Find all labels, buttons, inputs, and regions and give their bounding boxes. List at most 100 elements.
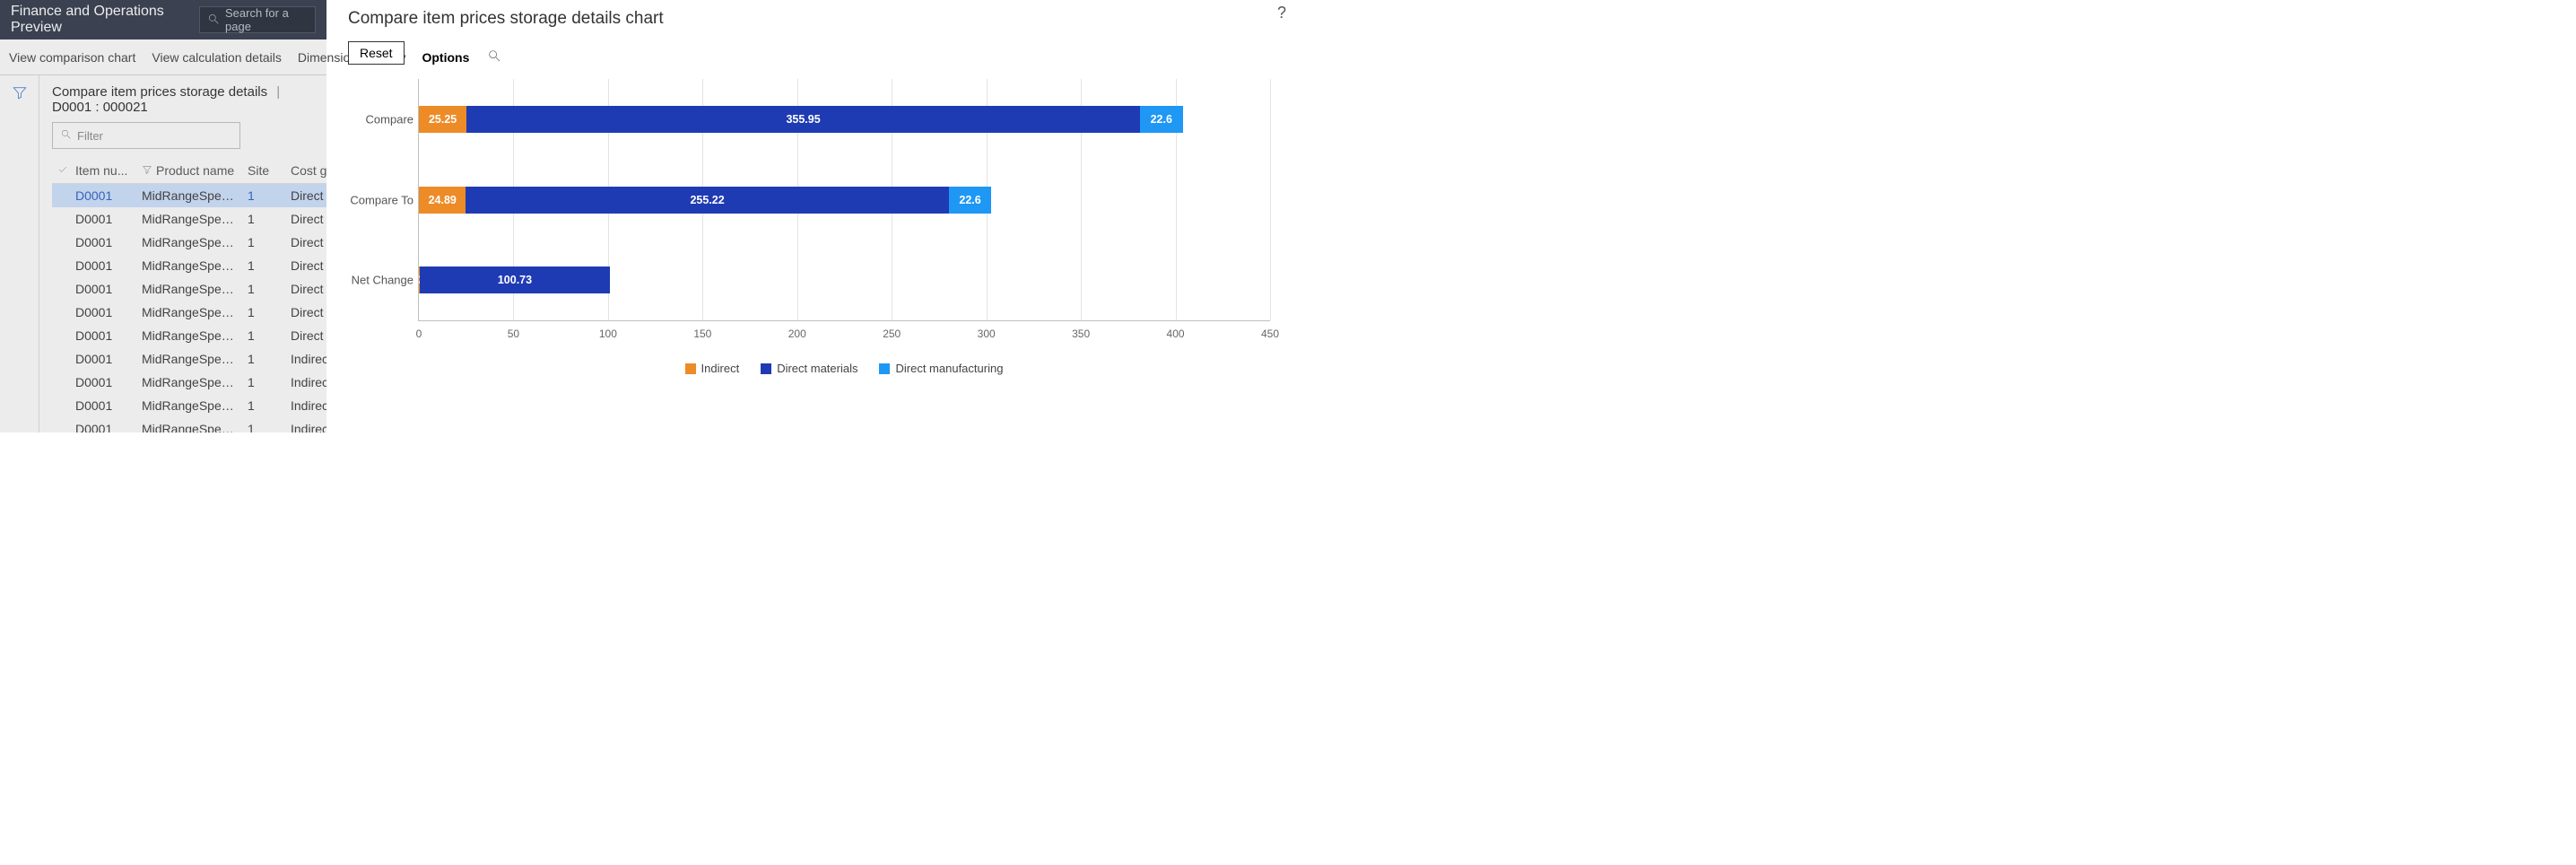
cell-item-number[interactable]: D0001: [70, 324, 136, 347]
cell-site[interactable]: 1: [242, 277, 285, 301]
cell-product-name: MidRangeSpeak...: [136, 347, 242, 371]
breadcrumb-page: Compare item prices storage details: [52, 84, 267, 100]
funnel-icon: [142, 163, 152, 178]
table-row[interactable]: D0001MidRangeSpeak...1Direct materialsM2: [52, 301, 326, 324]
chart-title: Compare item prices storage details char…: [348, 9, 1281, 29]
cell-item-number[interactable]: D0001: [70, 417, 136, 432]
cell-item-number[interactable]: D0001: [70, 347, 136, 371]
chart-xtick-label: 350: [1072, 328, 1090, 340]
table-row[interactable]: D0001MidRangeSpeak...1Direct materialsM3: [52, 324, 326, 347]
cell-site[interactable]: 1: [242, 254, 285, 277]
grid-header-cost-group-type[interactable]: Cost group type: [285, 158, 326, 184]
search-icon: [207, 13, 220, 28]
cell-item-number[interactable]: D0001: [70, 394, 136, 417]
table-row[interactable]: D0001MidRangeSpeak...1Direct materialsM1: [52, 277, 326, 301]
chart-category-label: Net Change: [347, 274, 413, 287]
breadcrumb-separator: |: [276, 84, 280, 100]
chart-bar-segment[interactable]: 25.25: [419, 106, 466, 133]
cell-site[interactable]: 1: [242, 394, 285, 417]
chart-xtick-label: 150: [693, 328, 711, 340]
cmd-view-calculation-details[interactable]: View calculation details: [152, 50, 282, 65]
cell-product-name: MidRangeSpeak...: [136, 231, 242, 254]
reset-button[interactable]: Reset: [348, 41, 405, 65]
table-row[interactable]: D0001MidRangeSpeak...1Direct manufacturi…: [52, 231, 326, 254]
filter-placeholder: Filter: [77, 129, 103, 143]
legend-item[interactable]: Direct materials: [761, 362, 857, 375]
legend-swatch: [761, 363, 771, 374]
chart-bar-segment[interactable]: 22.6: [949, 187, 992, 214]
cell-product-name: MidRangeSpeak...: [136, 254, 242, 277]
cell-item-number[interactable]: D0001: [70, 277, 136, 301]
cell-site[interactable]: 1: [242, 301, 285, 324]
cell-product-name: MidRangeSpeak...: [136, 207, 242, 231]
chart-flyout-pane: ? Compare item prices storage details ch…: [326, 0, 1288, 432]
cell-item-number[interactable]: D0001: [70, 371, 136, 394]
breadcrumb: Compare item prices storage details | D0…: [52, 84, 316, 115]
cell-product-name: MidRangeSpeak...: [136, 301, 242, 324]
help-icon[interactable]: ?: [1277, 4, 1286, 22]
grid-header-product-name[interactable]: Product name: [136, 158, 242, 184]
legend-item[interactable]: Indirect: [685, 362, 740, 375]
cell-item-number[interactable]: D0001: [70, 207, 136, 231]
chart-xtick-label: 100: [599, 328, 617, 340]
chart-bar-segment[interactable]: 255.22: [466, 187, 948, 214]
table-row[interactable]: D0001MidRangeSpeak...1IndirectOVH2: [52, 371, 326, 394]
chart-xtick-label: 50: [508, 328, 519, 340]
grid-header-select[interactable]: [52, 158, 70, 184]
chart-xtick-label: 300: [978, 328, 996, 340]
legend-label: Direct materials: [777, 362, 857, 375]
legend-swatch: [879, 363, 890, 374]
cell-site[interactable]: 1: [242, 417, 285, 432]
cell-item-number[interactable]: D0001: [70, 184, 136, 208]
chart-legend: Indirect Direct materials Direct manufactu…: [418, 362, 1270, 375]
table-row[interactable]: D0001MidRangeSpeak...1Direct manufacturi…: [52, 254, 326, 277]
grid-header-row: Item nu... Product name Site Cost group …: [52, 158, 326, 184]
grid-header-item-number[interactable]: Item nu...: [70, 158, 136, 184]
details-grid[interactable]: Item nu... Product name Site Cost group …: [52, 158, 326, 432]
chart-bar-segment[interactable]: 355.95: [466, 106, 1140, 133]
cell-cost-group-type: Direct materials: [285, 277, 326, 301]
chart-xtick-label: 0: [416, 328, 422, 340]
table-row[interactable]: D0001MidRangeSpeak...1Direct manufacturi…: [52, 184, 326, 208]
cell-product-name: MidRangeSpeak...: [136, 277, 242, 301]
chart-bar-segment[interactable]: 22.6: [1140, 106, 1183, 133]
cell-site[interactable]: 1: [242, 231, 285, 254]
filter-rail: [0, 75, 39, 432]
funnel-icon[interactable]: [12, 84, 28, 103]
legend-label: Direct manufacturing: [895, 362, 1003, 375]
stacked-bar-chart[interactable]: 050100150200250300350400450Compare25.253…: [348, 79, 1281, 375]
cell-cost-group-type: Direct materials: [285, 324, 326, 347]
cell-site[interactable]: 1: [242, 184, 285, 208]
chart-bar-segment[interactable]: 100.73: [420, 266, 610, 293]
grid-filter-input[interactable]: Filter: [52, 122, 240, 149]
chart-category-label: Compare To: [347, 193, 413, 206]
cell-cost-group-type: Direct manufacturing: [285, 231, 326, 254]
app-header: Finance and Operations Preview Search fo…: [0, 0, 326, 39]
cell-item-number[interactable]: D0001: [70, 254, 136, 277]
app-title: Finance and Operations Preview: [11, 4, 199, 36]
cell-item-number[interactable]: D0001: [70, 231, 136, 254]
cell-cost-group-type: Direct materials: [285, 301, 326, 324]
cell-cost-group-type: Direct manufacturing: [285, 184, 326, 208]
table-row[interactable]: D0001MidRangeSpeak...1IndirectOVH3: [52, 394, 326, 417]
legend-item[interactable]: Direct manufacturing: [879, 362, 1003, 375]
cmd-view-comparison-chart[interactable]: View comparison chart: [9, 50, 135, 65]
table-row[interactable]: D0001MidRangeSpeak...1IndirectOVH1: [52, 347, 326, 371]
cell-site[interactable]: 1: [242, 371, 285, 394]
cell-site[interactable]: 1: [242, 324, 285, 347]
cell-product-name: MidRangeSpeak...: [136, 394, 242, 417]
cell-site[interactable]: 1: [242, 347, 285, 371]
chart-bar-segment[interactable]: 24.89: [419, 187, 466, 214]
table-row[interactable]: D0001MidRangeSpeak...1Direct manufacturi…: [52, 207, 326, 231]
cell-item-number[interactable]: D0001: [70, 301, 136, 324]
cell-cost-group-type: Indirect: [285, 371, 326, 394]
search-icon: [60, 128, 72, 143]
breadcrumb-context: D0001 : 000021: [52, 100, 148, 115]
cell-site[interactable]: 1: [242, 207, 285, 231]
cell-cost-group-type: Direct manufacturing: [285, 207, 326, 231]
cell-product-name: MidRangeSpeak...: [136, 371, 242, 394]
global-search-input[interactable]: Search for a page: [199, 6, 316, 33]
legend-swatch: [685, 363, 696, 374]
table-row[interactable]: D0001MidRangeSpeak...1IndirectOVH4: [52, 417, 326, 432]
grid-header-site[interactable]: Site: [242, 158, 285, 184]
